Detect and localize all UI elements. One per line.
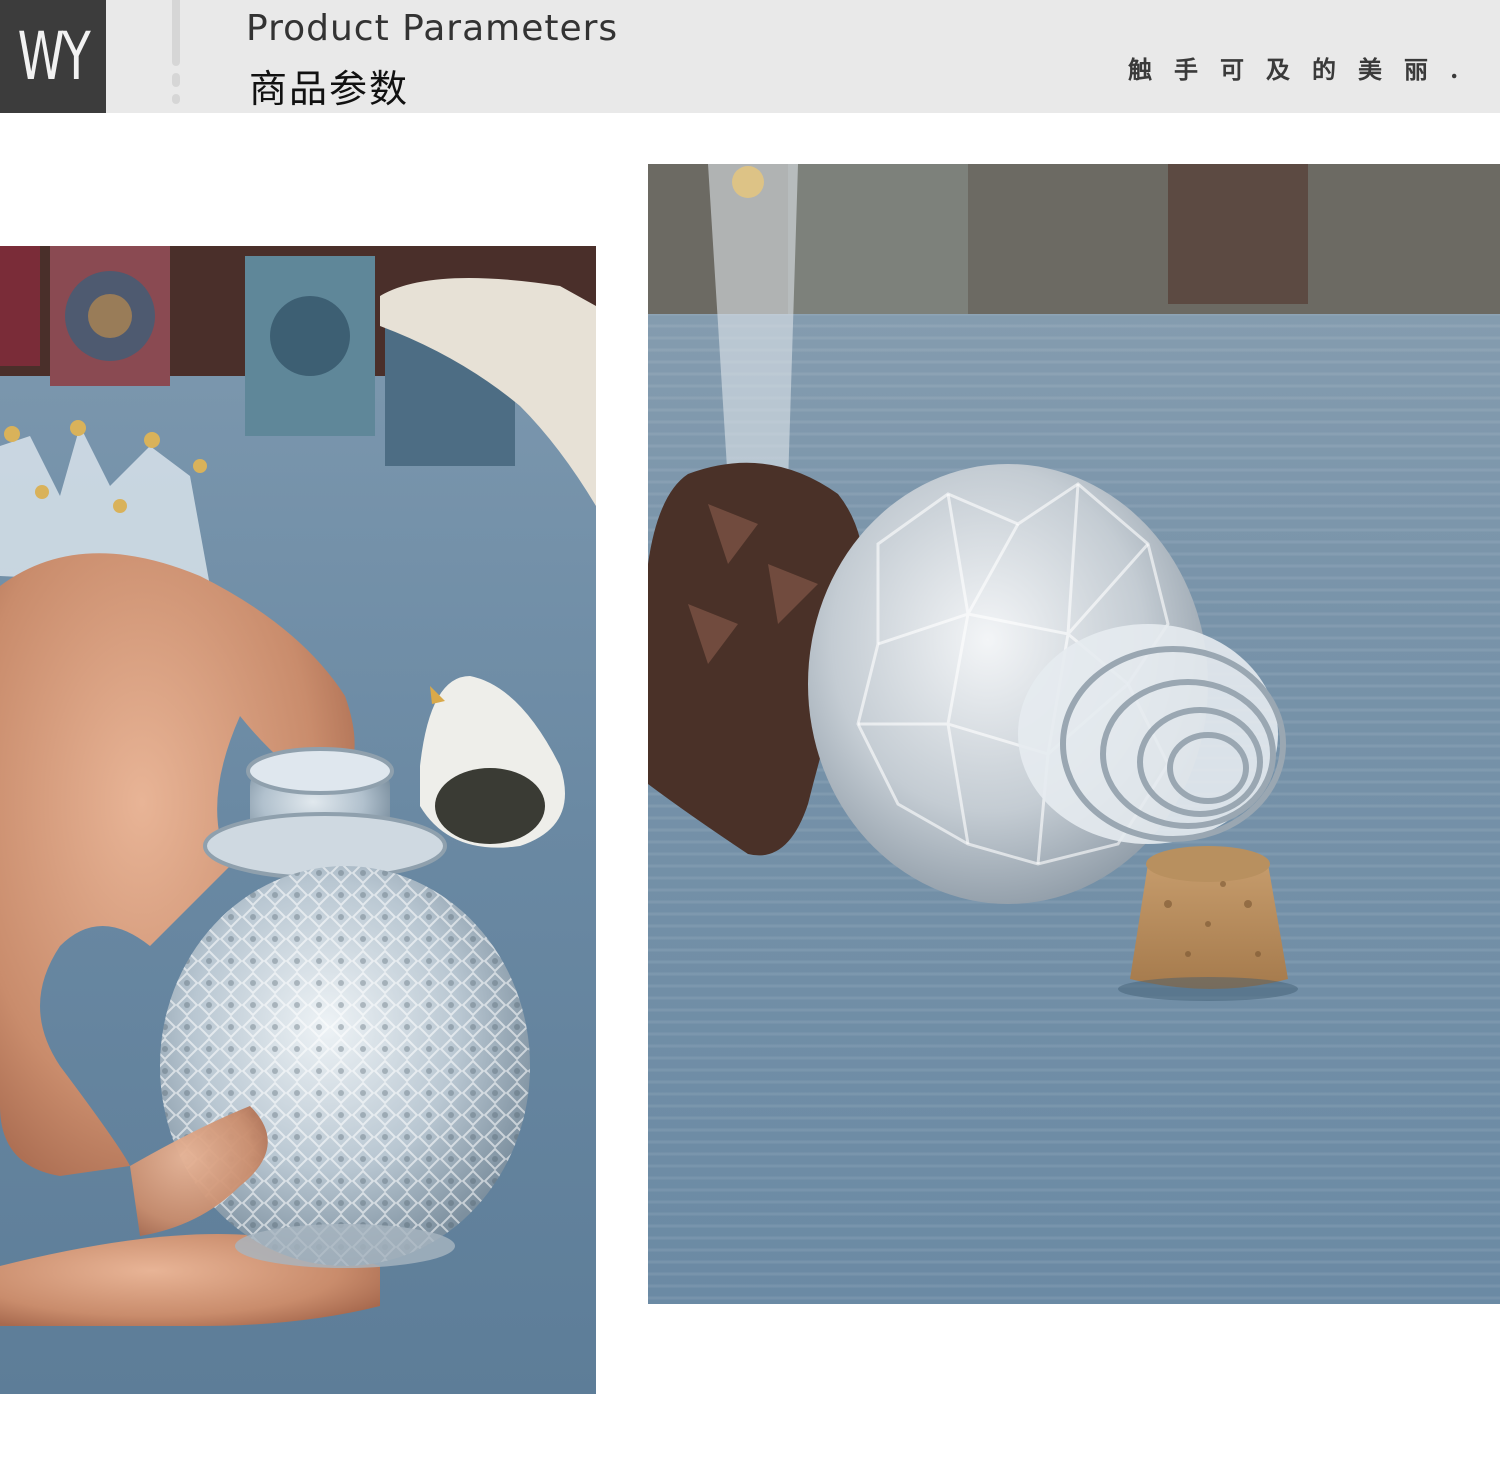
brand-logo: WY	[0, 0, 106, 113]
brand-slogan: 触手可及的美丽.	[1128, 55, 1481, 84]
product-photo-hand-bottle	[0, 246, 596, 1394]
header-divider	[168, 0, 184, 113]
section-title-chinese: 商品参数	[249, 67, 410, 111]
section-title-english: Product Parameters	[246, 8, 619, 49]
header-bar: WY Product Parameters 商品参数 触手可及的美丽.	[0, 0, 1500, 113]
product-photo-bottle-with-cork	[648, 164, 1500, 1304]
